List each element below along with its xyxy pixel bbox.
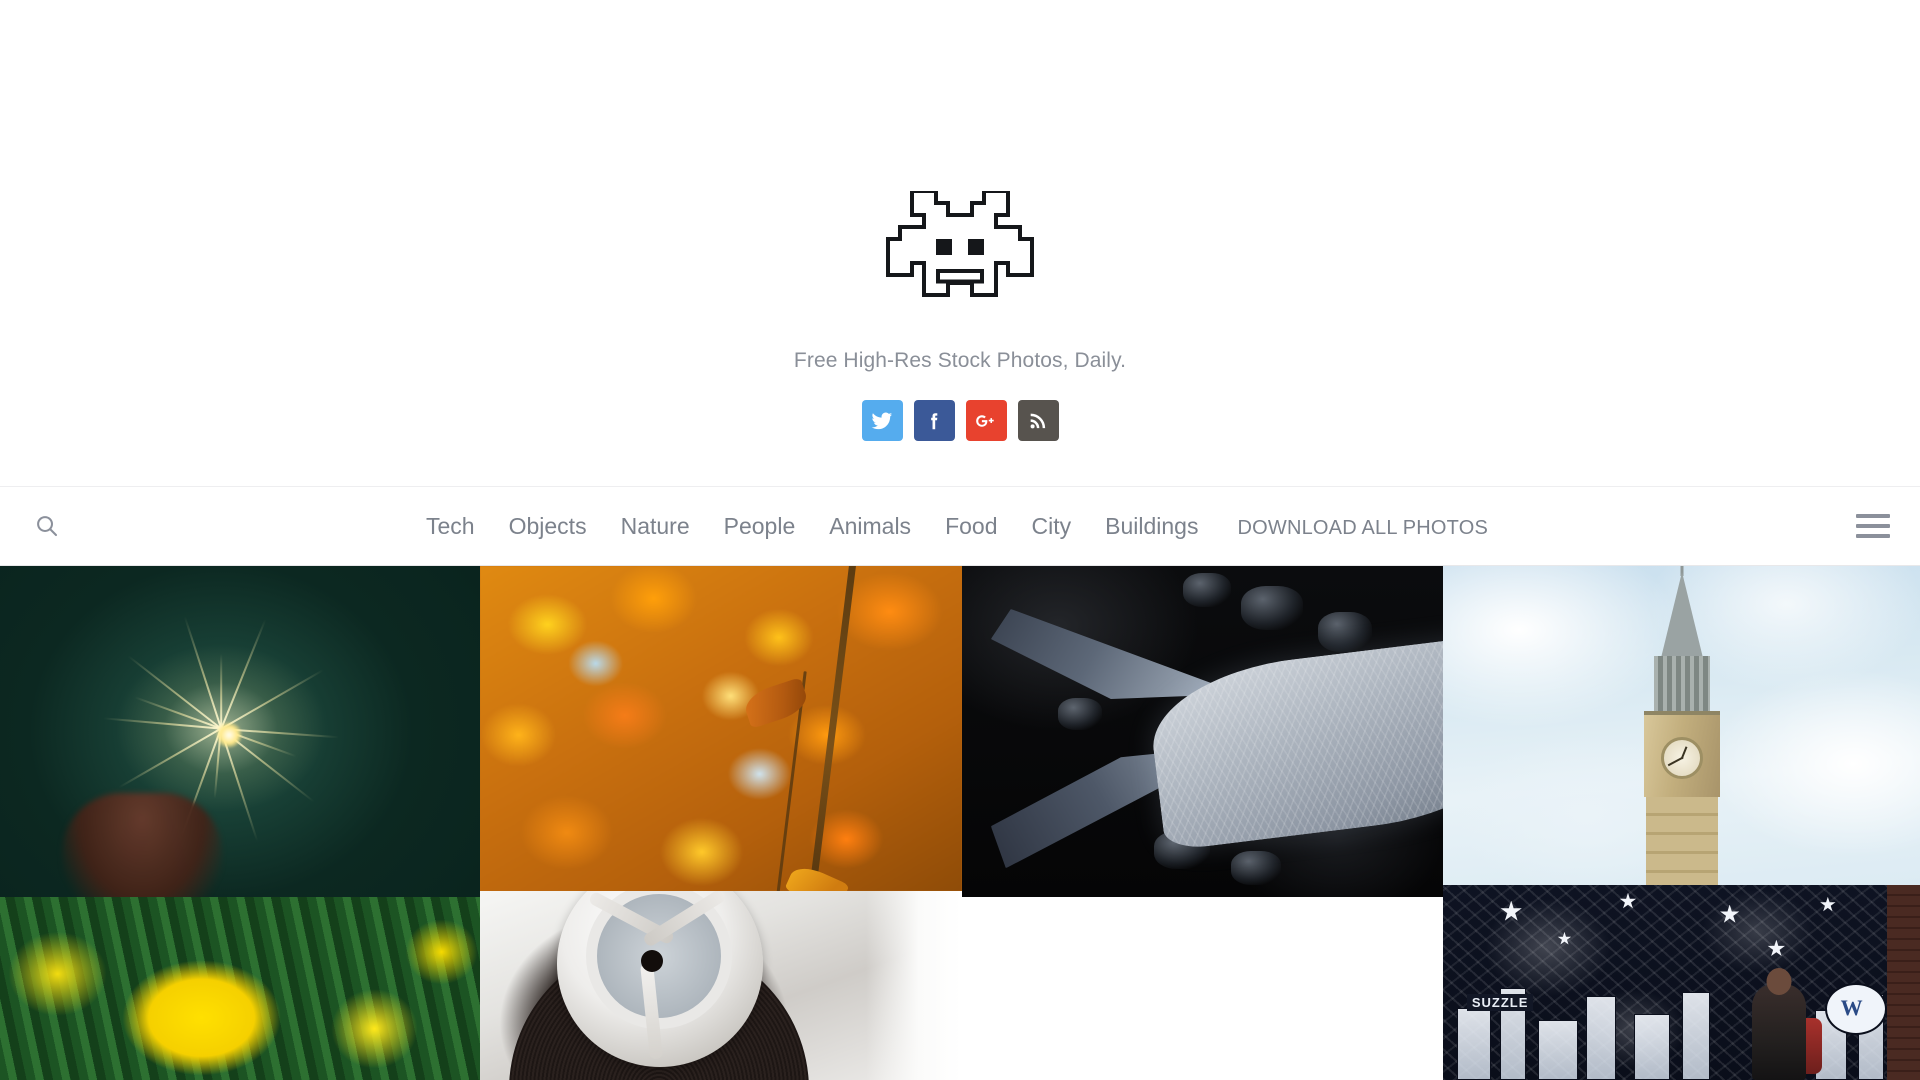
google-plus-icon [976, 414, 994, 427]
ice-cube [1231, 850, 1282, 885]
hamburger-menu-button[interactable] [1856, 513, 1890, 539]
photo-record-player[interactable] [480, 891, 962, 1080]
spire [1660, 572, 1703, 659]
main-navigation: Tech Objects Nature People Animals Food … [0, 486, 1920, 566]
sparkler-ray [220, 653, 222, 729]
twitter-button[interactable] [861, 400, 903, 441]
nav-link-list: Tech Objects Nature People Animals Food … [409, 513, 1511, 540]
clock-face [1660, 737, 1703, 780]
gallery-column-2 [480, 566, 962, 1080]
clock-housing [1643, 711, 1720, 798]
nav-link-buildings[interactable]: Buildings [1088, 513, 1215, 540]
gallery-column-3 [962, 566, 1443, 1080]
facebook-icon [931, 412, 938, 429]
facebook-button[interactable] [913, 400, 955, 441]
record-highlight [865, 891, 962, 1080]
search-button[interactable] [30, 509, 64, 543]
person-silhouette [1751, 968, 1806, 1080]
gallery-column-1 [0, 566, 480, 1080]
nav-link-people[interactable]: People [707, 513, 813, 540]
rss-button[interactable] [1017, 400, 1059, 441]
photo-gallery-grid: SUZZLE W [0, 566, 1920, 1080]
ice-cube [1183, 572, 1232, 607]
mural-building [1633, 1014, 1670, 1080]
sparkler-hand [62, 793, 223, 897]
ice-cube [1317, 612, 1372, 653]
social-links [861, 400, 1059, 441]
brick-wall-edge [1886, 885, 1920, 1080]
gallery-column-4: SUZZLE W [1443, 566, 1920, 1080]
daffodils-background [0, 897, 480, 1080]
photo-fish-tail[interactable] [962, 566, 1443, 897]
download-all-photos-link[interactable]: DOWNLOAD ALL PHOTOS [1215, 517, 1505, 540]
search-icon [37, 516, 58, 537]
sparkler-core [216, 721, 242, 748]
nav-link-nature[interactable]: Nature [604, 513, 707, 540]
photo-sparkler[interactable] [0, 566, 480, 897]
nav-link-objects[interactable]: Objects [492, 513, 604, 540]
nav-link-tech[interactable]: Tech [409, 513, 492, 540]
mural-building [1586, 996, 1617, 1080]
space-invader-logo[interactable] [870, 185, 1050, 315]
gallery-empty-slot [962, 897, 1443, 1080]
hamburger-line [1856, 514, 1890, 518]
ice-cube [1240, 585, 1303, 630]
mural-building [1538, 1020, 1579, 1080]
photo-street-art[interactable]: SUZZLE W [1443, 885, 1920, 1080]
autumn-background [480, 566, 962, 891]
photo-big-ben[interactable] [1443, 566, 1920, 885]
hamburger-line [1856, 534, 1890, 538]
mural-speech-bubble: W [1824, 982, 1887, 1035]
mural-tag-text: SUZZLE [1466, 994, 1534, 1012]
photo-daffodils[interactable] [0, 897, 480, 1080]
site-tagline: Free High-Res Stock Photos, Daily. [793, 349, 1127, 372]
nav-link-food[interactable]: Food [928, 513, 1014, 540]
google-plus-button[interactable] [965, 400, 1007, 441]
site-header: Free High-Res Stock Photos, Daily. [0, 0, 1920, 486]
mural-building [1681, 992, 1710, 1080]
mural-building [1457, 1008, 1492, 1080]
hamburger-line [1856, 524, 1890, 528]
photo-autumn-leaves[interactable] [480, 566, 962, 891]
mural-speech-text: W [1840, 994, 1863, 1020]
rss-icon [1030, 413, 1046, 428]
tower-shaft [1645, 797, 1718, 885]
turntable-hub [640, 949, 663, 972]
ice-cube [1058, 698, 1103, 731]
person-head [1766, 968, 1792, 995]
twitter-icon [871, 411, 893, 429]
nav-link-animals[interactable]: Animals [812, 513, 928, 540]
nav-link-city[interactable]: City [1015, 513, 1089, 540]
clock-tower [1636, 566, 1728, 885]
belfry [1653, 656, 1710, 713]
